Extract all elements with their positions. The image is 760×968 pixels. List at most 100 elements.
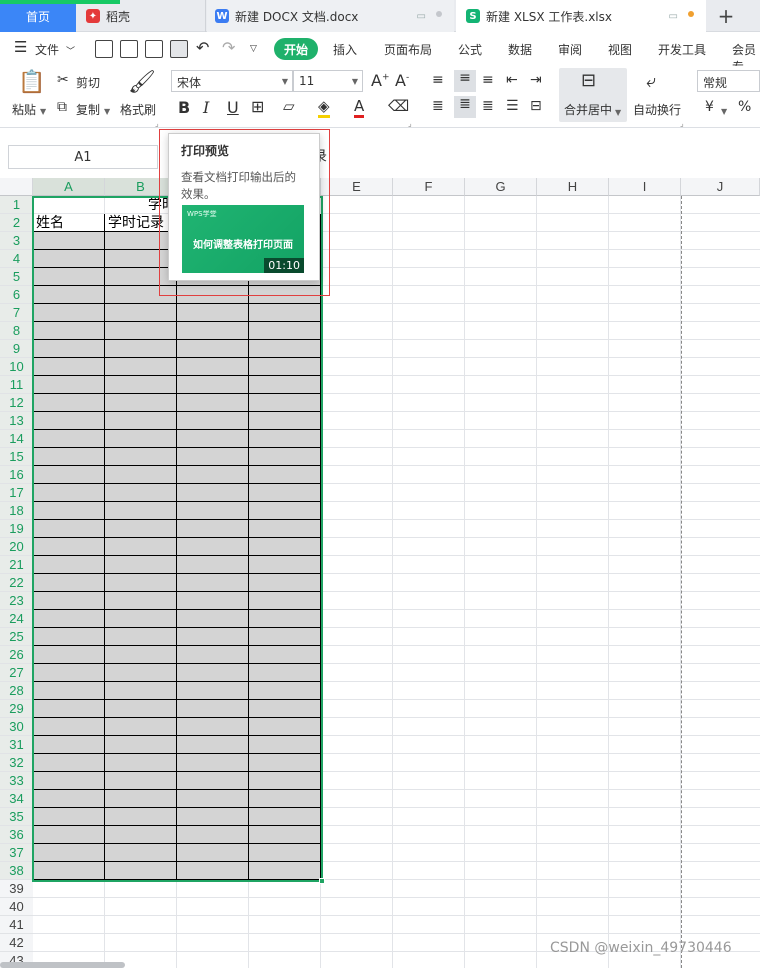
align-top-icon[interactable]: ≡	[432, 72, 444, 88]
row-header[interactable]: 36	[0, 826, 33, 844]
row-header[interactable]: 29	[0, 700, 33, 718]
font-size-select[interactable]: 11 ▼	[293, 70, 363, 92]
screen-icon[interactable]: ▭	[669, 11, 678, 22]
eraser-icon[interactable]: ⌫	[388, 97, 409, 115]
copy-dropdown-icon[interactable]: ▼	[104, 103, 110, 117]
align-right-icon[interactable]: ≣	[482, 98, 494, 114]
distributed-align-icon[interactable]: ⊟	[530, 98, 542, 114]
name-box[interactable]: A1	[8, 145, 158, 169]
menu-review[interactable]: 审阅	[558, 41, 582, 58]
row-header[interactable]: 8	[0, 322, 33, 340]
copy-icon[interactable]: ⧉	[57, 99, 67, 115]
row-header[interactable]: 17	[0, 484, 33, 502]
row-header[interactable]: 26	[0, 646, 33, 664]
row-header[interactable]: 10	[0, 358, 33, 376]
column-header-a[interactable]: A	[33, 178, 105, 196]
font-name-select[interactable]: 宋体 ▼	[171, 70, 293, 92]
undo-icon[interactable]: ↶	[196, 38, 209, 57]
currency-dropdown-icon[interactable]: ▼	[721, 103, 727, 117]
select-all-corner[interactable]	[0, 178, 33, 196]
row-header[interactable]: 40	[0, 898, 33, 916]
wrap-text-button[interactable]: 自动换行	[633, 101, 681, 118]
column-header-j[interactable]: J	[681, 178, 760, 196]
format-painter-icon[interactable]: 🖌	[128, 70, 156, 95]
paste-dropdown-icon[interactable]: ▼	[40, 103, 46, 117]
row-header[interactable]: 13	[0, 412, 33, 430]
justify-icon[interactable]: ☰	[506, 98, 519, 114]
border-icon[interactable]: ⊞	[251, 97, 264, 116]
quick-access-dropdown-icon[interactable]: ▽	[250, 44, 257, 54]
copy-button[interactable]: 复制	[76, 101, 100, 118]
paste-icon[interactable]: 📋	[18, 70, 45, 95]
row-header[interactable]: 11	[0, 376, 33, 394]
row-header[interactable]: 12	[0, 394, 33, 412]
tab-home[interactable]: 首页	[0, 0, 120, 32]
fill-handle[interactable]	[319, 878, 325, 884]
wrap-text-icon[interactable]: ⤶	[646, 71, 656, 92]
tutorial-video-thumbnail[interactable]: WPS学堂 如何调整表格打印页面 01:10	[182, 205, 304, 273]
increase-font-icon[interactable]: A+	[371, 71, 390, 90]
italic-icon[interactable]: I	[203, 98, 209, 117]
print-preview-icon[interactable]	[170, 40, 188, 58]
menu-insert[interactable]: 插入	[333, 41, 357, 58]
row-header[interactable]: 4	[0, 250, 33, 268]
column-header-f[interactable]: F	[393, 178, 465, 196]
fill-pattern-icon[interactable]: ▱	[283, 97, 295, 115]
align-middle-icon[interactable]: ≡	[454, 70, 476, 92]
dialog-launcher-icon[interactable]: ⌟	[408, 119, 412, 128]
scissors-icon[interactable]: ✂	[57, 72, 69, 88]
row-header[interactable]: 32	[0, 754, 33, 772]
tab-xlsx[interactable]: S 新建 XLSX 工作表.xlsx ▭	[456, 0, 706, 32]
paste-button[interactable]: 粘贴	[12, 101, 36, 118]
row-header[interactable]: 19	[0, 520, 33, 538]
menu-formula[interactable]: 公式	[458, 41, 482, 58]
chevron-down-icon[interactable]: ﹀	[66, 44, 75, 57]
align-center-icon[interactable]: ≣	[454, 96, 476, 118]
outdent-icon[interactable]: ⇤	[506, 72, 518, 88]
row-header[interactable]: 24	[0, 610, 33, 628]
menu-file[interactable]: 文件	[35, 41, 59, 58]
tab-daoke[interactable]: ✦ 稻壳	[78, 0, 206, 32]
row-header[interactable]: 6	[0, 286, 33, 304]
currency-button[interactable]: ¥	[705, 99, 714, 115]
percent-button[interactable]: %	[738, 99, 751, 115]
row-header[interactable]: 35	[0, 808, 33, 826]
font-color-icon[interactable]: A	[354, 97, 365, 118]
row-header[interactable]: 23	[0, 592, 33, 610]
spreadsheet-grid[interactable]: A B C D E F G H I J 12345678910111213141…	[0, 178, 760, 968]
merge-center-button[interactable]: ⊟ 合并居中 ▼	[559, 68, 627, 122]
row-header[interactable]: 39	[0, 880, 33, 898]
row-header[interactable]: 30	[0, 718, 33, 736]
row-header[interactable]: 22	[0, 574, 33, 592]
row-header[interactable]: 15	[0, 448, 33, 466]
row-header[interactable]: 37	[0, 844, 33, 862]
row-header[interactable]: 25	[0, 628, 33, 646]
menu-view[interactable]: 视图	[608, 41, 632, 58]
cut-button[interactable]: 剪切	[76, 74, 100, 91]
bold-icon[interactable]: B	[178, 98, 190, 117]
save-icon[interactable]	[95, 40, 113, 58]
menu-data[interactable]: 数据	[508, 41, 532, 58]
row-header[interactable]: 42	[0, 934, 33, 952]
row-header[interactable]: 31	[0, 736, 33, 754]
row-header[interactable]: 33	[0, 772, 33, 790]
fill-color-icon[interactable]: ◈	[318, 97, 330, 118]
print-icon[interactable]	[145, 40, 163, 58]
row-header[interactable]: 27	[0, 664, 33, 682]
format-painter-button[interactable]: 格式刷	[120, 101, 156, 118]
row-header[interactable]: 1	[0, 196, 33, 214]
decrease-font-icon[interactable]: A-	[395, 71, 409, 90]
row-header[interactable]: 14	[0, 430, 33, 448]
hamburger-icon[interactable]: ☰	[14, 38, 27, 56]
redo-icon[interactable]: ↷	[222, 38, 235, 57]
row-header[interactable]: 21	[0, 556, 33, 574]
underline-icon[interactable]: U	[227, 98, 239, 117]
new-tab-button[interactable]: +	[706, 0, 746, 32]
selection-range[interactable]	[32, 196, 323, 882]
menu-page-layout[interactable]: 页面布局	[384, 41, 432, 58]
dialog-launcher-icon[interactable]: ⌟	[680, 119, 684, 128]
row-header[interactable]: 7	[0, 304, 33, 322]
row-header[interactable]: 3	[0, 232, 33, 250]
align-bottom-icon[interactable]: ≡	[482, 72, 494, 88]
row-header[interactable]: 2	[0, 214, 33, 232]
